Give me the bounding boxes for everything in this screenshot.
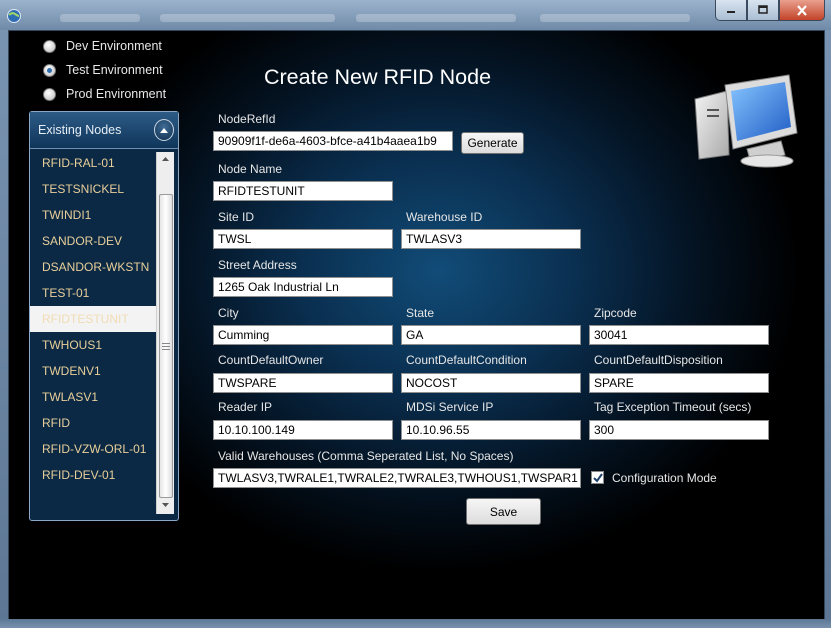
tag-exception-timeout-label: Tag Exception Timeout (secs) bbox=[594, 400, 752, 414]
list-item[interactable]: TWINDI1 bbox=[30, 202, 156, 228]
close-button[interactable] bbox=[779, 0, 825, 21]
nodes-scrollbar[interactable] bbox=[156, 152, 174, 514]
count-default-owner-input[interactable]: TWSPARE bbox=[213, 373, 393, 393]
reader-ip-input[interactable]: 10.10.100.149 bbox=[213, 420, 393, 440]
main-client-area: Dev Environment Test Environment Prod En… bbox=[8, 30, 825, 621]
configuration-mode-checkbox[interactable] bbox=[591, 471, 604, 484]
city-input[interactable]: Cumming bbox=[213, 325, 393, 345]
existing-nodes-panel: Existing Nodes RFID-RAL-01 TESTSNICKEL T… bbox=[29, 111, 179, 521]
node-name-label: Node Name bbox=[218, 162, 283, 176]
city-label: City bbox=[218, 306, 239, 320]
list-item[interactable]: TWLASV1 bbox=[30, 384, 156, 410]
title-blur bbox=[160, 14, 335, 22]
title-bar bbox=[0, 0, 831, 30]
scroll-down-arrow-icon bbox=[162, 503, 169, 507]
street-address-input[interactable]: 1265 Oak Industrial Ln bbox=[213, 277, 393, 297]
node-ref-id-input[interactable]: 90909f1f-de6a-4603-bfce-a41b4aaea1b9 bbox=[213, 131, 453, 151]
checkmark-icon bbox=[592, 472, 603, 483]
mdsi-service-ip-input[interactable]: 10.10.96.55 bbox=[401, 420, 581, 440]
list-item[interactable]: RFID-VZW-ORL-01 bbox=[30, 436, 156, 462]
maximize-button[interactable] bbox=[747, 0, 779, 21]
radio-label: Prod Environment bbox=[66, 87, 167, 101]
minimize-icon bbox=[727, 11, 735, 13]
save-button[interactable]: Save bbox=[466, 498, 541, 525]
computer-icon bbox=[694, 74, 798, 168]
list-item[interactable]: DSANDOR-WKSTN bbox=[30, 254, 156, 280]
radio-button-icon bbox=[43, 39, 56, 53]
list-item[interactable]: RFID bbox=[30, 410, 156, 436]
configuration-mode-label: Configuration Mode bbox=[612, 471, 717, 485]
zipcode-label: Zipcode bbox=[594, 306, 637, 320]
site-id-input[interactable]: TWSL bbox=[213, 229, 393, 249]
node-name-input[interactable]: RFIDTESTUNIT bbox=[213, 181, 393, 201]
scroll-thumb[interactable] bbox=[159, 194, 173, 498]
state-label: State bbox=[406, 306, 435, 320]
title-blur bbox=[60, 14, 140, 22]
app-globe-icon[interactable] bbox=[6, 8, 22, 24]
page-title: Create New RFID Node bbox=[264, 65, 492, 89]
radio-prod-environment[interactable]: Prod Environment bbox=[43, 87, 166, 101]
list-item[interactable]: SANDOR-DEV bbox=[30, 228, 156, 254]
existing-nodes-title: Existing Nodes bbox=[38, 123, 122, 137]
count-default-disposition-input[interactable]: SPARE bbox=[589, 373, 769, 393]
zipcode-input[interactable]: 30041 bbox=[589, 325, 769, 345]
radio-button-checked-icon bbox=[43, 63, 56, 77]
existing-nodes-header: Existing Nodes bbox=[30, 112, 178, 149]
warehouse-id-label: Warehouse ID bbox=[406, 210, 483, 224]
window-controls bbox=[715, 0, 825, 21]
radio-button-icon bbox=[43, 87, 56, 101]
list-item-selected[interactable]: RFIDTESTUNIT bbox=[30, 306, 156, 332]
list-item[interactable]: RFID-RAL-01 bbox=[30, 150, 156, 176]
list-item[interactable]: TEST-01 bbox=[30, 280, 156, 306]
tag-exception-timeout-input[interactable]: 300 bbox=[589, 420, 769, 440]
grip-icon bbox=[162, 343, 170, 352]
collapse-up-icon bbox=[160, 128, 168, 133]
window-bottom-border bbox=[0, 619, 831, 628]
collapse-button[interactable] bbox=[154, 119, 174, 141]
list-item[interactable]: RFID-DEV-01 bbox=[30, 462, 156, 488]
maximize-icon bbox=[758, 5, 768, 14]
street-address-label: Street Address bbox=[218, 258, 297, 272]
count-default-condition-label: CountDefaultCondition bbox=[406, 353, 527, 367]
scroll-up-arrow-icon bbox=[162, 157, 169, 161]
radio-test-environment[interactable]: Test Environment bbox=[43, 63, 163, 77]
close-icon bbox=[797, 4, 807, 16]
warehouse-id-input[interactable]: TWLASV3 bbox=[401, 229, 581, 249]
site-id-label: Site ID bbox=[218, 210, 255, 224]
list-item[interactable]: TWDENV1 bbox=[30, 358, 156, 384]
count-default-disposition-label: CountDefaultDisposition bbox=[594, 353, 723, 367]
generate-button[interactable]: Generate bbox=[461, 132, 524, 154]
nodes-list: RFID-RAL-01 TESTSNICKEL TWINDI1 SANDOR-D… bbox=[30, 150, 156, 488]
title-blur bbox=[356, 14, 516, 22]
list-item[interactable]: TESTSNICKEL bbox=[30, 176, 156, 202]
node-ref-id-label: NodeRefId bbox=[218, 112, 276, 126]
valid-warehouses-input[interactable]: TWLASV3,TWRALE1,TWRALE2,TWRALE3,TWHOUS1,… bbox=[213, 468, 581, 488]
app-window: Dev Environment Test Environment Prod En… bbox=[0, 0, 831, 628]
count-default-owner-label: CountDefaultOwner bbox=[218, 353, 324, 367]
radio-dev-environment[interactable]: Dev Environment bbox=[43, 39, 162, 53]
scroll-down-button[interactable] bbox=[157, 498, 174, 512]
title-blur bbox=[540, 14, 690, 22]
count-default-condition-input[interactable]: NOCOST bbox=[401, 373, 581, 393]
list-item[interactable]: TWHOUS1 bbox=[30, 332, 156, 358]
scroll-up-button[interactable] bbox=[157, 152, 174, 166]
minimize-button[interactable] bbox=[715, 0, 747, 21]
radio-label: Test Environment bbox=[66, 63, 163, 77]
mdsi-service-ip-label: MDSi Service IP bbox=[406, 400, 494, 414]
valid-warehouses-label: Valid Warehouses (Comma Seperated List, … bbox=[218, 449, 514, 463]
reader-ip-label: Reader IP bbox=[218, 400, 273, 414]
radio-label: Dev Environment bbox=[66, 39, 162, 53]
state-input[interactable]: GA bbox=[401, 325, 581, 345]
